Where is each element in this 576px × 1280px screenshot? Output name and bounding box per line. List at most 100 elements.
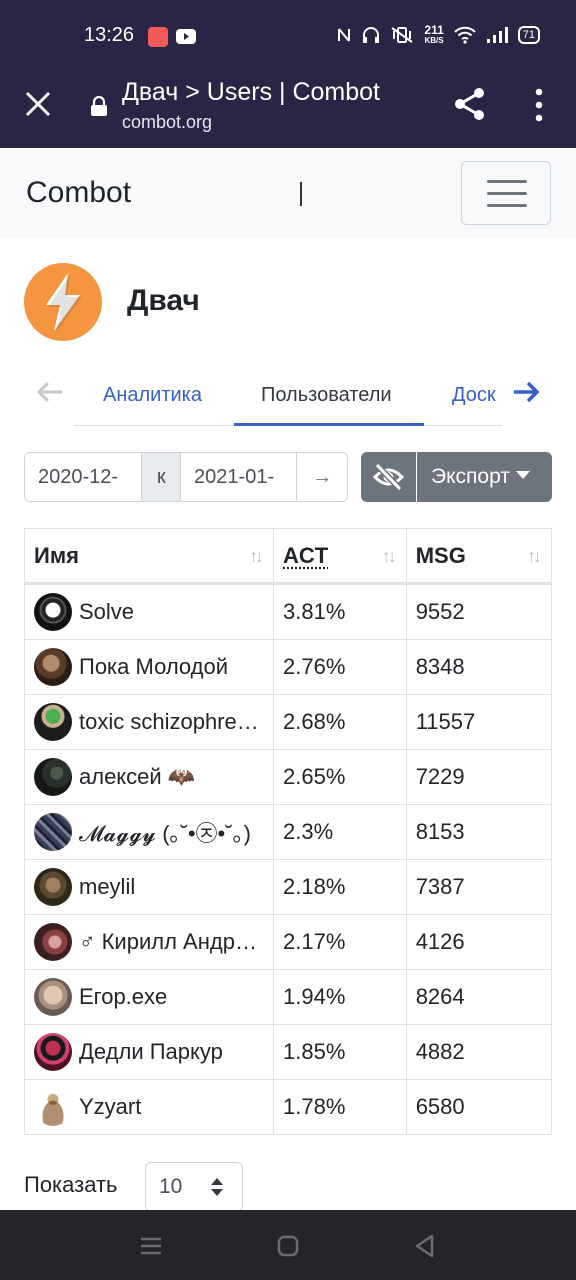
page-title[interactable]: Двач > Users | Combot [122, 78, 380, 107]
column-header-name[interactable]: Имя ↑↓ [24, 528, 274, 585]
act-value: 1.85% [273, 1024, 407, 1080]
page-size-select[interactable]: 10 [145, 1162, 243, 1212]
filter-controls: 2020-12- к 2021-01- → Экспорт [24, 452, 552, 502]
sort-icon: ↑↓ [249, 546, 264, 566]
column-header-act[interactable]: ACT ↑↓ [273, 528, 407, 585]
system-navigation-bar [0, 1210, 576, 1280]
lock-icon [91, 96, 107, 116]
navbar-toggle-button[interactable] [461, 161, 551, 225]
msg-value: 4126 [405, 914, 553, 970]
msg-value: 8348 [405, 639, 553, 695]
hamburger-line [487, 204, 527, 207]
text-cursor [300, 182, 302, 206]
hide-toggle-button[interactable] [361, 452, 416, 502]
headphones-icon [363, 26, 380, 43]
act-value: 2.65% [273, 749, 407, 805]
share-icon[interactable] [452, 86, 488, 122]
vibrate-icon [391, 26, 413, 43]
tabs-scroll-right-button[interactable] [512, 380, 544, 410]
table-row[interactable]: Solve 3.81% 9552 [24, 583, 553, 640]
youtube-icon [176, 29, 196, 44]
table-row[interactable]: toxic schizophrenic 2.68% 11557 [24, 694, 553, 750]
act-value: 3.81% [273, 583, 407, 640]
arrow-right-icon [514, 381, 540, 403]
user-avatar [34, 758, 72, 796]
user-name[interactable]: алексей 🦇 [79, 764, 195, 790]
msg-value: 8264 [405, 969, 553, 1025]
user-name[interactable]: meylil [79, 874, 135, 900]
site-navbar: Combot [0, 150, 576, 238]
home-icon[interactable] [274, 1232, 302, 1260]
user-name[interactable]: Дедли Паркур [79, 1039, 223, 1065]
close-icon [25, 91, 51, 117]
section-tabs: Аналитика Пользователи Доск [0, 364, 576, 428]
column-header-msg[interactable]: MSG ↑↓ [405, 528, 553, 585]
hamburger-line [487, 192, 527, 195]
signal-icon [486, 26, 508, 43]
table-row[interactable]: Дедли Паркур 1.85% 4882 [24, 1024, 553, 1080]
date-to-input[interactable]: 2021-01- [181, 453, 297, 501]
table-row[interactable]: алексей 🦇 2.65% 7229 [24, 749, 553, 805]
user-avatar [34, 868, 72, 906]
user-avatar [34, 1088, 72, 1126]
user-name[interactable]: Егор.exe [79, 984, 167, 1010]
wifi-icon [454, 26, 476, 44]
sort-icon: ↑↓ [381, 546, 397, 566]
table-header-row: Имя ↑↓ ACT ↑↓ MSG ↑↓ [24, 528, 553, 585]
msg-value: 7229 [405, 749, 553, 805]
recent-apps-icon[interactable] [137, 1232, 165, 1260]
status-time: 13:26 [84, 24, 135, 46]
battery-indicator: 71 [517, 25, 540, 44]
user-avatar [34, 978, 72, 1016]
network-speed: 211 KB/S [424, 23, 444, 45]
msg-value: 11557 [405, 694, 553, 750]
status-bar: 13:26 211 KB/S 71 [0, 0, 576, 72]
table-row[interactable]: Yzyart 1.78% 6580 [24, 1079, 553, 1135]
act-value: 2.68% [273, 694, 407, 750]
user-name[interactable]: Пока Молодой [79, 654, 228, 680]
table-row[interactable]: Егор.exe 1.94% 8264 [24, 969, 553, 1025]
table-row[interactable]: Пока Молодой 2.76% 8348 [24, 639, 553, 695]
tab-board[interactable]: Доск [452, 384, 502, 407]
export-dropdown-button[interactable]: Экспорт [417, 452, 552, 502]
act-value: 2.3% [273, 804, 407, 860]
date-from-input[interactable]: 2020-12- [25, 453, 142, 501]
tab-analytics[interactable]: Аналитика [103, 384, 202, 407]
user-name[interactable]: 𝓜𝓪𝓰𝓰𝔂 (｡˘•㉨•˘｡) [79, 816, 251, 848]
tab-users[interactable]: Пользователи [261, 384, 392, 407]
table-row[interactable]: meylil 2.18% 7387 [24, 859, 553, 915]
act-value: 2.17% [273, 914, 407, 970]
page-host[interactable]: combot.org [122, 112, 212, 133]
user-name[interactable]: ♂ Кирилл Андреевич [79, 929, 264, 955]
date-separator: к [141, 453, 182, 501]
user-avatar [34, 703, 72, 741]
apply-date-button[interactable]: → [296, 453, 347, 501]
act-value: 1.78% [273, 1079, 407, 1135]
group-logo [24, 263, 102, 341]
date-range-group: 2020-12- к 2021-01- → [24, 452, 348, 502]
users-table: Имя ↑↓ ACT ↑↓ MSG ↑↓ Solve 3.81% 9552 Пока … [24, 528, 553, 1135]
user-name[interactable]: toxic schizophrenic [79, 709, 264, 735]
user-name[interactable]: Yzyart [79, 1094, 141, 1120]
table-row[interactable]: ♂ Кирилл Андреевич 2.17% 4126 [24, 914, 553, 970]
user-name[interactable]: Solve [79, 599, 134, 625]
user-avatar [34, 813, 72, 851]
msg-value: 8153 [405, 804, 553, 860]
brand-logo-text[interactable]: Combot [26, 176, 131, 210]
close-button[interactable] [22, 90, 54, 122]
user-avatar [34, 923, 72, 961]
page-size-label: Показать [24, 1172, 118, 1197]
user-avatar [34, 593, 72, 631]
act-value: 1.94% [273, 969, 407, 1025]
caret-down-icon [515, 471, 530, 480]
back-icon[interactable] [411, 1232, 439, 1260]
msg-value: 7387 [405, 859, 553, 915]
export-label: Экспорт [431, 465, 510, 488]
browser-toolbar: Двач > Users | Combot combot.org [0, 72, 576, 148]
msg-value: 4882 [405, 1024, 553, 1080]
group-name: Двач [127, 284, 200, 317]
more-options-icon[interactable] [530, 88, 548, 122]
table-row[interactable]: 𝓜𝓪𝓰𝓰𝔂 (｡˘•㉨•˘｡) 2.3% 8153 [24, 804, 553, 860]
tabs-scroll-left-button[interactable] [36, 380, 68, 410]
act-value: 2.76% [273, 639, 407, 695]
